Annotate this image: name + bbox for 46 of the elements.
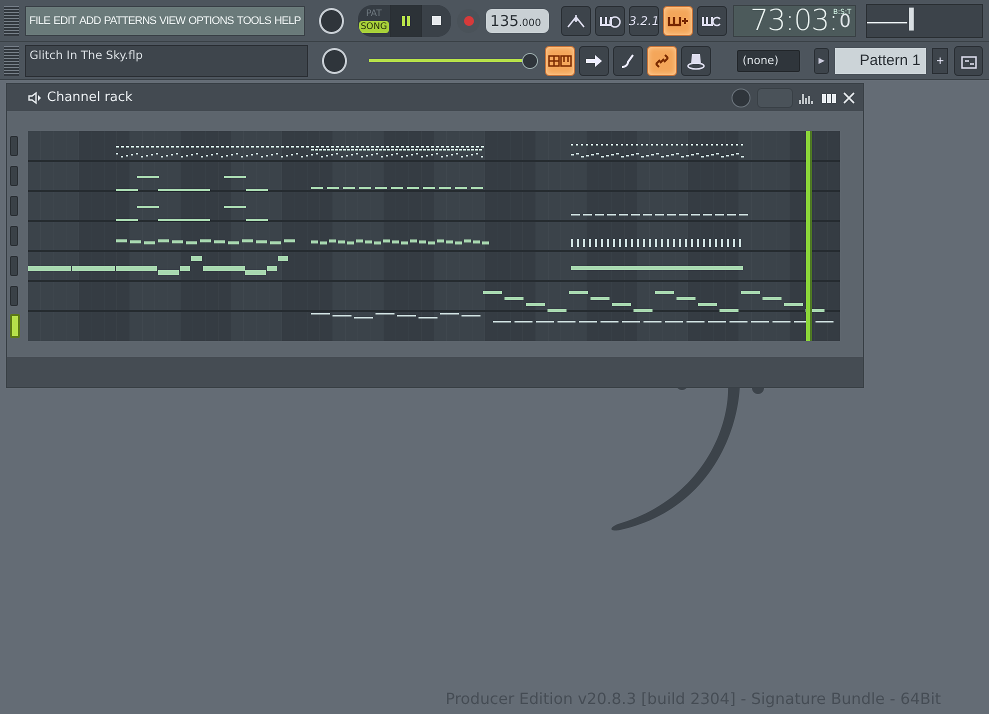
tempo-field[interactable]: 135.000 — [486, 8, 550, 32]
metronome-icon — [566, 12, 586, 28]
menu-item[interactable]: HELP — [274, 14, 301, 26]
mode-toggle[interactable]: PAT — [364, 8, 384, 20]
window-title: Channel rack — [47, 90, 134, 105]
swing-knob-icon[interactable] — [731, 88, 751, 108]
menu-item[interactable]: VIEW — [159, 14, 186, 26]
columns-icon[interactable] — [821, 92, 837, 104]
add-pattern-button[interactable]: + — [932, 48, 948, 74]
toolbar-grip[interactable] — [4, 6, 20, 36]
toolbar-button[interactable] — [613, 46, 644, 76]
menu-item[interactable]: TOOLS — [236, 14, 271, 26]
toolbar-button[interactable] — [579, 46, 610, 76]
toolbar-button[interactable] — [663, 6, 694, 36]
main-pitch-knob[interactable] — [322, 48, 348, 74]
menu-item[interactable]: EDIT — [53, 14, 76, 26]
toolbar-button[interactable] — [697, 6, 728, 36]
plug-knob-icon — [687, 52, 706, 70]
menu-item[interactable]: PATTERNS — [104, 14, 156, 26]
toolbar-button[interactable] — [647, 46, 678, 76]
menu-item[interactable]: FILE — [29, 14, 50, 26]
toolbar-button[interactable]: 3.2.1 — [629, 6, 660, 36]
stop-button[interactable] — [420, 4, 452, 36]
speaker-icon — [27, 90, 41, 104]
toolbar-button[interactable] — [561, 6, 592, 36]
menu-item[interactable]: ADD — [79, 14, 101, 26]
toolbar-button[interactable] — [595, 6, 626, 36]
project-name-field: Glitch In The Sky.flp — [25, 44, 308, 76]
pattern-menu-button[interactable]: ▶ — [814, 48, 830, 74]
close-icon[interactable] — [843, 92, 855, 104]
pause-button[interactable] — [390, 4, 421, 36]
piano-grid-icon — [548, 54, 572, 68]
channel-select-button[interactable] — [10, 314, 20, 338]
main-volume-knob[interactable] — [318, 8, 344, 34]
toolbar-button[interactable] — [681, 46, 712, 76]
toolbar-button[interactable] — [545, 46, 576, 76]
playlist-button[interactable] — [954, 46, 984, 76]
brush-icon — [620, 52, 636, 68]
pattern-selector[interactable]: Pattern 1 — [835, 48, 926, 74]
menu-item[interactable]: OPTIONS — [188, 14, 234, 26]
toolbar-grip[interactable] — [4, 46, 20, 76]
link-icon — [653, 52, 672, 70]
arrow-right-icon — [585, 54, 604, 68]
mode-toggle[interactable]: SONG — [358, 21, 390, 33]
graph-editor-icon[interactable] — [799, 92, 815, 104]
snap-dropdown[interactable]: (none) — [737, 50, 800, 72]
